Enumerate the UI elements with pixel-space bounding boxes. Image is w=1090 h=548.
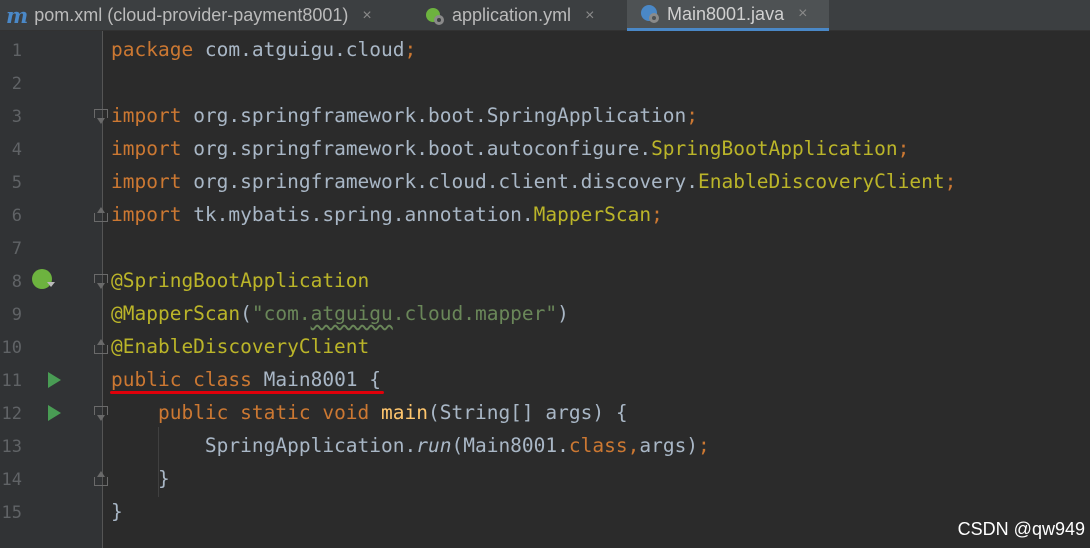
tab-label: Main8001.java [667,3,785,24]
line-number: 14 [1,470,22,490]
code-text: } [111,500,123,523]
fold-icon[interactable] [94,471,108,486]
code-line[interactable]: 3 import org.springframework.boot.Spring… [0,100,1090,133]
close-icon[interactable]: × [585,7,594,25]
code-line[interactable]: 9 @MapperScan("com.atguigu.cloud.mapper"… [0,298,1090,331]
line-number: 9 [11,305,22,325]
code-text: import org.springframework.cloud.client.… [111,170,957,193]
spring-config-icon [424,5,446,27]
red-highlight-underline [110,391,384,394]
spring-bean-icon[interactable] [32,269,55,289]
code-text: import org.springframework.boot.autoconf… [111,137,910,160]
code-line[interactable]: 1 package com.atguigu.cloud; [0,34,1090,67]
code-line[interactable]: 12 public static void main(String[] args… [0,397,1090,430]
line-number: 3 [11,107,22,127]
code-text: SpringApplication.run(Main8001.class,arg… [204,434,710,457]
fold-icon[interactable] [94,207,108,222]
code-editor[interactable]: 1 package com.atguigu.cloud; 2 3 import … [0,31,1090,548]
fold-icon[interactable] [94,109,108,124]
editor-tab-bar: m pom.xml (cloud-provider-payment8001) ×… [0,0,1090,31]
code-line[interactable]: 15 } [0,496,1090,529]
fold-icon[interactable] [94,274,108,289]
close-icon[interactable]: × [798,5,807,23]
tab-main8001-java[interactable]: Main8001.java × [627,0,829,31]
code-line[interactable]: 7 [0,232,1090,265]
code-line[interactable]: 14 } [0,463,1090,496]
tab-label: application.yml [452,5,572,25]
tab-label: pom.xml (cloud-provider-payment8001) [34,5,349,25]
line-number: 15 [1,503,22,523]
close-icon[interactable]: × [362,7,371,25]
code-text: public class Main8001 { [111,368,382,391]
watermark: CSDN @qw949 [957,519,1085,539]
code-text: } [111,467,170,490]
spring-class-icon [639,3,661,25]
tab-application-yml[interactable]: application.yml × [424,0,616,31]
code-line[interactable]: 8 @SpringBootApplication [0,265,1090,298]
line-number: 10 [1,338,22,358]
tab-pom-xml[interactable]: m pom.xml (cloud-provider-payment8001) × [4,0,412,31]
code-text: package com.atguigu.cloud; [111,38,417,61]
fold-icon[interactable] [94,339,108,354]
maven-icon: m [6,3,29,28]
line-number: 5 [11,173,22,193]
code-line[interactable]: 4 import org.springframework.boot.autoco… [0,133,1090,166]
line-number: 12 [1,404,22,424]
line-number: 6 [11,206,22,226]
line-number: 8 [11,272,22,292]
line-number: 13 [1,437,22,457]
code-text: @SpringBootApplication [111,269,370,292]
code-text: import org.springframework.boot.SpringAp… [111,104,699,127]
line-number: 11 [1,371,22,391]
code-line[interactable]: 10 @EnableDiscoveryClient [0,331,1090,364]
line-number: 2 [11,74,22,94]
code-text: public static void main(String[] args) { [157,401,628,424]
code-line[interactable]: 2 [0,67,1090,100]
line-number: 1 [11,41,22,61]
code-text: @EnableDiscoveryClient [111,335,370,358]
code-text: import tk.mybatis.spring.annotation.Mapp… [111,203,663,226]
code-line[interactable]: 6 import tk.mybatis.spring.annotation.Ma… [0,199,1090,232]
line-number: 7 [11,239,22,259]
code-text: @MapperScan("com.atguigu.cloud.mapper") [111,302,569,325]
run-icon[interactable] [48,372,61,388]
run-icon[interactable] [48,405,61,421]
line-number: 4 [11,140,22,160]
code-line[interactable]: 13 SpringApplication.run(Main8001.class,… [0,430,1090,463]
fold-icon[interactable] [94,406,108,421]
code-line[interactable]: 5 import org.springframework.cloud.clien… [0,166,1090,199]
